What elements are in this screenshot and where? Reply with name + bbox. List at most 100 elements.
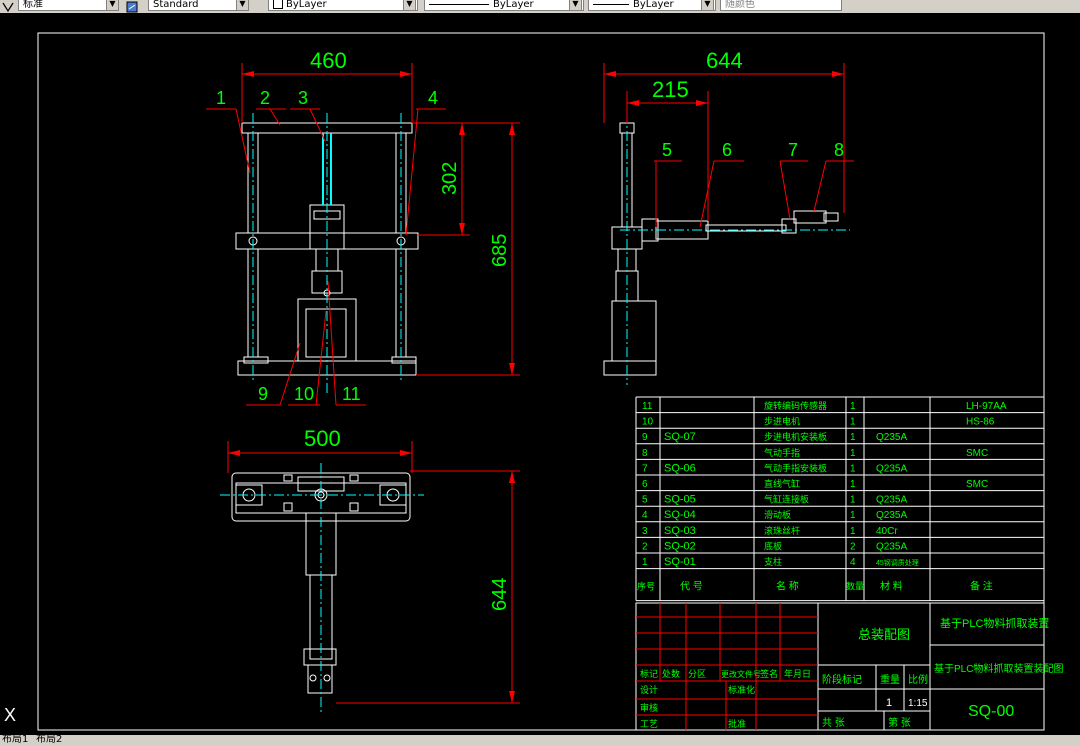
- tb-process-label: 工艺: [640, 719, 658, 729]
- bom-header-name: 名 称: [776, 580, 799, 593]
- bom-row-qty: 1: [850, 479, 856, 490]
- bom-row-name: 滑动板: [764, 509, 791, 520]
- chevron-down-icon[interactable]: ▼: [403, 0, 416, 11]
- line-sample-icon: [593, 3, 629, 5]
- tb-approve-label: 批准: [728, 718, 746, 729]
- bom-row-code: SQ-05: [664, 494, 696, 506]
- color-select[interactable]: ByLayer: [268, 0, 418, 11]
- sheet-label: 第 张: [888, 716, 911, 729]
- bom-row-name: 气缸连接板: [764, 494, 809, 505]
- plotstyle-select[interactable]: 随颜色: [720, 0, 842, 11]
- project-title: 基于PLC物料抓取装置: [940, 616, 1049, 630]
- bom-row-code: SQ-01: [664, 556, 696, 568]
- chevron-down-icon[interactable]: ▼: [701, 0, 714, 11]
- tb-sign-label: 签名: [760, 668, 778, 679]
- bom-row-note: HS-86: [966, 417, 995, 428]
- bom-row-qty: 1: [850, 448, 856, 459]
- bom-header-qty: 数量: [846, 581, 864, 592]
- bom-row-no: 3: [642, 526, 648, 537]
- dim-685: 685: [489, 234, 511, 267]
- bom-row-qty: 1: [850, 463, 856, 474]
- bom-row-no: 8: [642, 448, 648, 459]
- bom-row-qty: 2: [850, 541, 856, 552]
- bom-row-name: 滚珠丝杆: [764, 525, 800, 536]
- balloon-8: 8: [834, 140, 844, 160]
- bom-row-no: 10: [642, 417, 654, 428]
- text-style-select[interactable]: 标准: [18, 0, 108, 11]
- tb-design-label: 设计: [640, 684, 658, 695]
- dim-style-select[interactable]: Standard: [148, 0, 244, 11]
- balloon-7: 7: [788, 140, 798, 160]
- bom-row-material: Q235A: [876, 432, 907, 443]
- tb-change-label: 更改文件号: [721, 669, 761, 679]
- tb-date-label: 年月日: [784, 668, 811, 679]
- bom-row-note: SMC: [966, 448, 988, 459]
- bom-table: 11 旋转编码传感器 1 LH-97AA10 步进电机 1 HS-869 SQ-07 步进电机安…: [635, 396, 1045, 602]
- tb-count-label: 处数: [662, 668, 680, 679]
- bom-row-no: 5: [642, 495, 648, 506]
- tab-layout1[interactable]: 布局1: [2, 735, 28, 746]
- balloon-3: 3: [298, 88, 308, 108]
- bom-row-no: 2: [642, 541, 648, 552]
- bom-row-note: SMC: [966, 479, 988, 490]
- bom-row-qty: 4: [850, 557, 856, 568]
- bom-row-qty: 1: [850, 417, 856, 428]
- linetype-select[interactable]: ByLayer: [424, 0, 584, 11]
- drawing-canvas[interactable]: 460 302 685 644 215 500 644 1 2 3 4 9 10…: [0, 13, 1080, 735]
- balloon-10: 10: [294, 384, 314, 404]
- bom-row-material: Q235A: [876, 463, 907, 474]
- properties-toolbar: 标准 ▼ Standard ▼ ByLayer ▼ ByLayer ▼ ByLa…: [0, 0, 1080, 14]
- layout-tabs: 布局1 布局2: [0, 735, 1080, 746]
- bom-header-no: 序号: [637, 581, 655, 592]
- bom-row-name: 步进电机: [764, 416, 800, 427]
- tb-standard-label: 标准化: [728, 684, 755, 695]
- stage-label: 阶段标记: [822, 673, 862, 686]
- bom-row-name: 直线气缸: [764, 478, 800, 489]
- chevron-down-icon[interactable]: ▼: [106, 0, 119, 11]
- balloon-11: 11: [342, 384, 361, 404]
- drawing-number: SQ-00: [968, 703, 1014, 720]
- tab-layout2[interactable]: 布局2: [36, 735, 62, 746]
- title-block: 标记 处数 分区 更改文件号 签名 年月日 设计 标准化 审核 工艺 批准 总装…: [635, 602, 1063, 731]
- dim-215: 215: [652, 77, 689, 102]
- bom-row-name: 支柱: [764, 556, 782, 567]
- weight-label: 重量: [880, 673, 900, 686]
- bom-row-name: 气动手指: [764, 447, 800, 458]
- balloon-2: 2: [260, 88, 270, 108]
- dim-style-icon[interactable]: [126, 0, 138, 13]
- bom-row-code: SQ-02: [664, 540, 696, 552]
- drawing-title: 总装配图: [858, 627, 910, 642]
- bom-row-code: SQ-07: [664, 431, 696, 443]
- chevron-down-icon[interactable]: ▼: [236, 0, 249, 11]
- dim-644-side: 644: [706, 48, 743, 73]
- balloon-5: 5: [662, 140, 672, 160]
- bom-row-material: 45钢调质处理: [876, 558, 919, 567]
- drawing-border: [37, 32, 1045, 731]
- bom-row-qty: 1: [850, 510, 856, 521]
- balloon-9: 9: [258, 384, 268, 404]
- text-style-icon[interactable]: [2, 0, 14, 13]
- balloon-4: 4: [428, 88, 438, 108]
- bom-row-code: SQ-04: [664, 509, 696, 521]
- bom-row-material: Q235A: [876, 510, 907, 521]
- drawing-subtitle: 基于PLC物料抓取装置装配图: [934, 662, 1063, 675]
- color-swatch-icon: [273, 0, 283, 9]
- balloon-1: 1: [216, 88, 226, 108]
- bom-row-name: 底板: [764, 540, 782, 551]
- chevron-down-icon[interactable]: ▼: [569, 0, 582, 11]
- tb-zone-label: 分区: [688, 669, 706, 679]
- bom-header-material: 材 料: [880, 580, 903, 593]
- lineweight-select[interactable]: ByLayer: [588, 0, 716, 11]
- dim-644-top: 644: [489, 578, 511, 611]
- dim-460: 460: [310, 48, 347, 73]
- bom-row-material: Q235A: [876, 541, 907, 552]
- bom-row-qty: 1: [850, 495, 856, 506]
- ucs-icon: X: [4, 705, 16, 725]
- bom-row-no: 7: [642, 463, 648, 474]
- weight-value: 1: [886, 697, 892, 709]
- bom-row-qty: 1: [850, 432, 856, 443]
- scale-value: 1:15: [908, 698, 928, 709]
- bom-header-code: 代 号: [680, 581, 703, 593]
- bom-row-qty: 1: [850, 401, 856, 412]
- dim-302: 302: [439, 162, 461, 195]
